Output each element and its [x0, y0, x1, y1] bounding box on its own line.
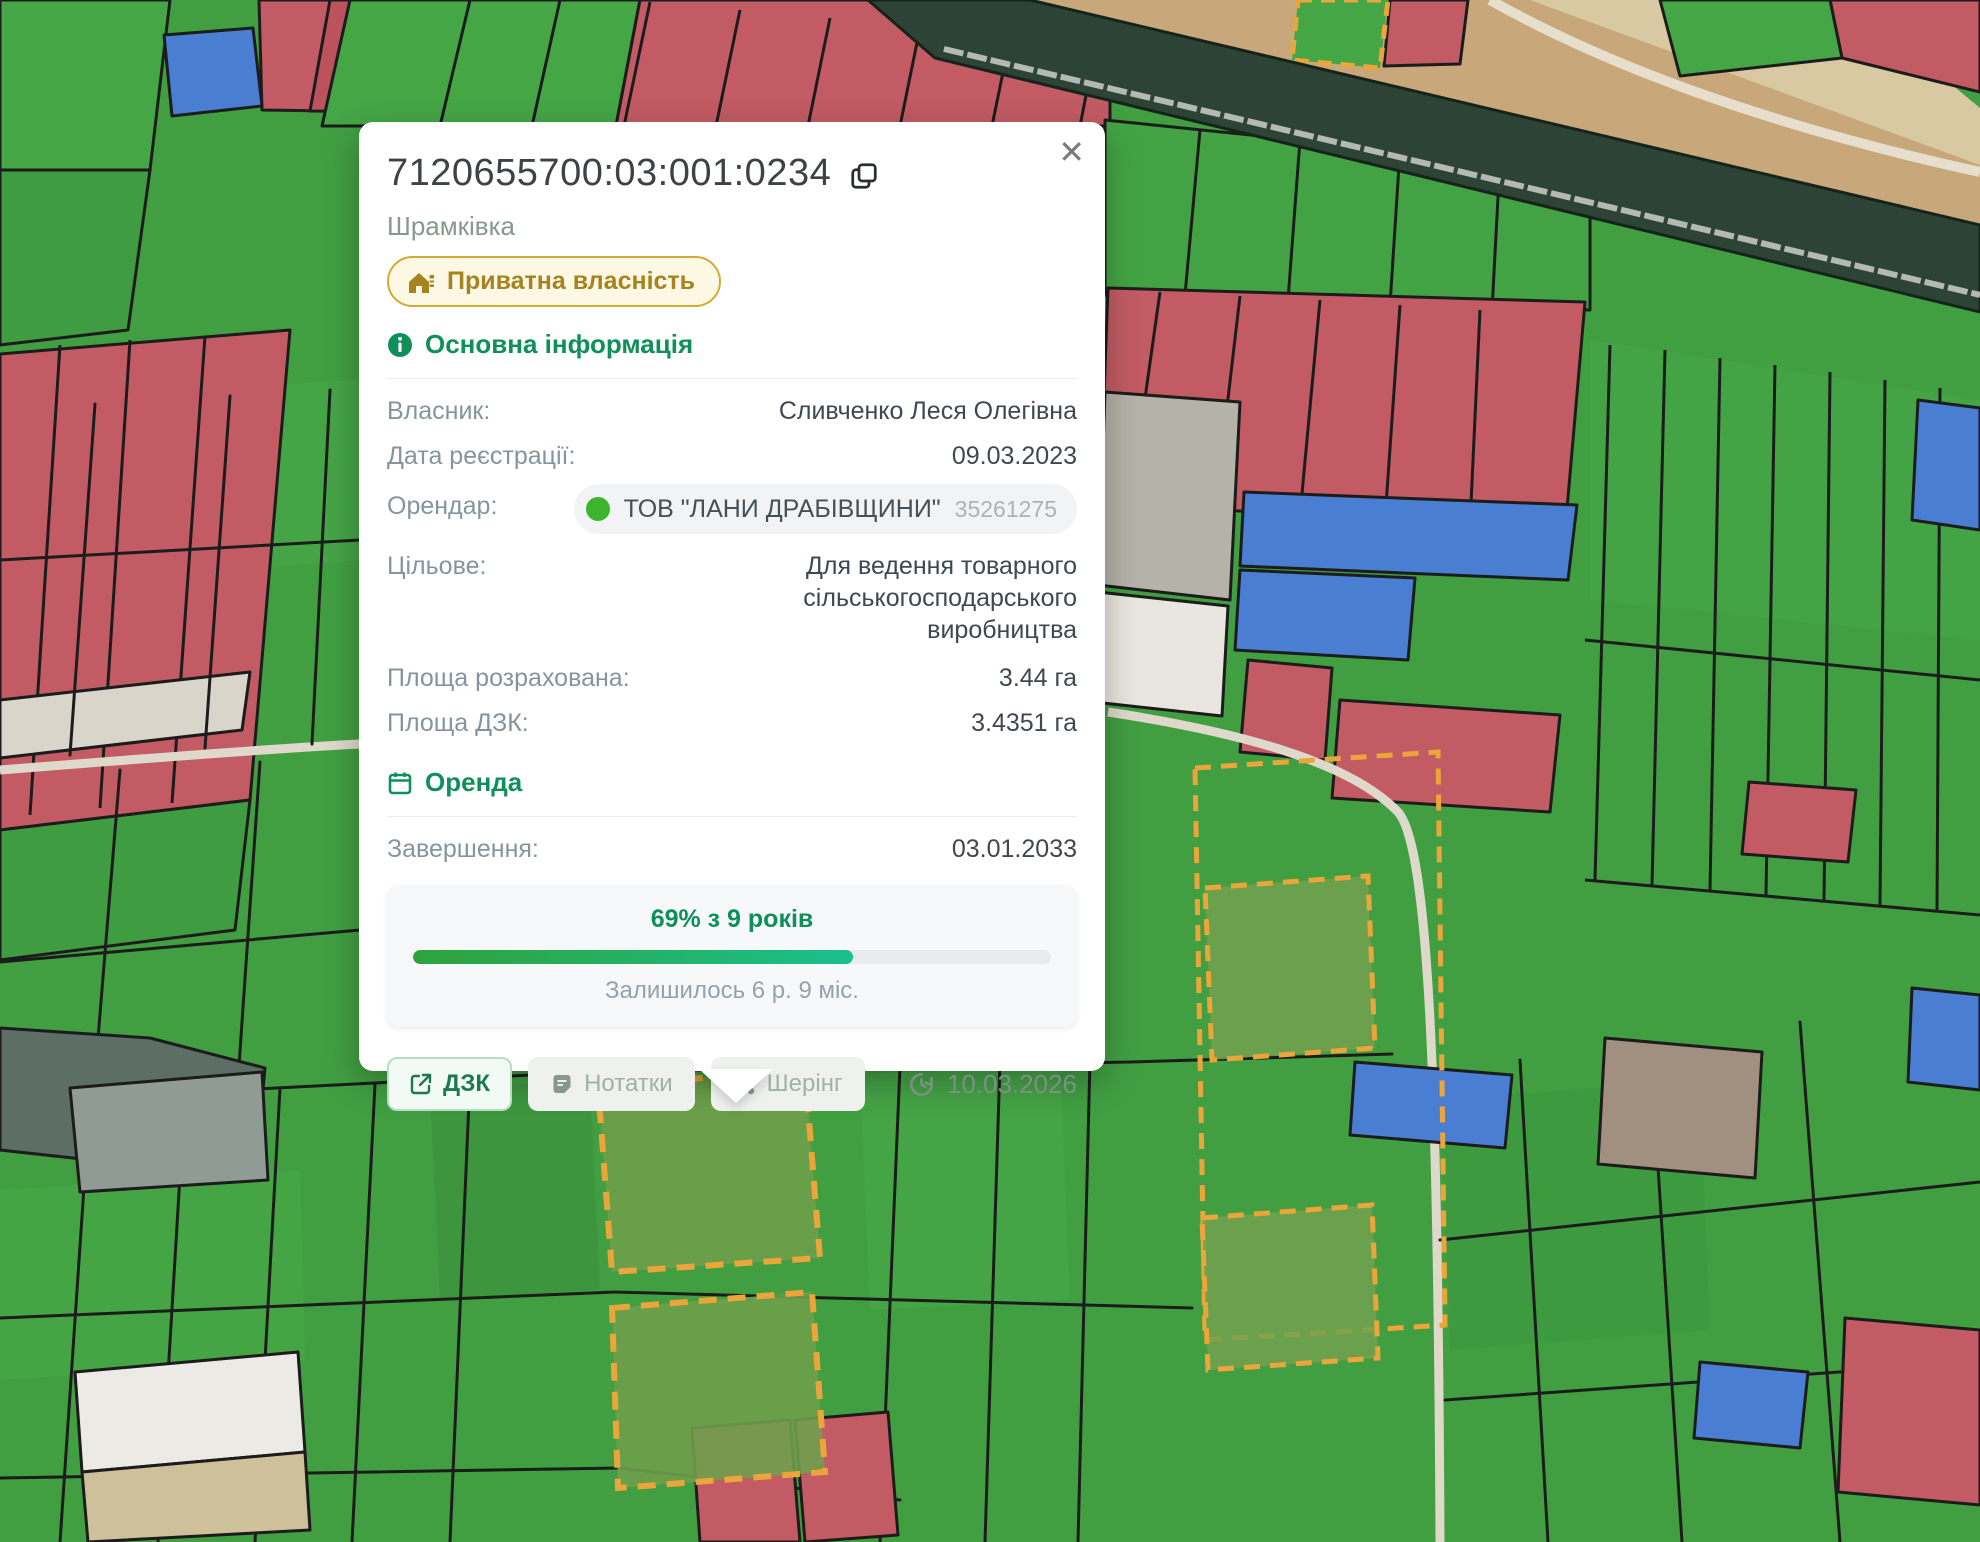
tenant-chip[interactable]: ТОВ "ЛАНИ ДРАБІВЩИНИ" 35261275	[574, 484, 1077, 534]
parcel-cadastre-number: 7120655700:03:001:0234	[387, 152, 831, 195]
data-actuality-date-value: 10.03.2026	[947, 1069, 1077, 1100]
lease-end-label: Завершення:	[387, 833, 539, 865]
owner-label: Власник:	[387, 395, 490, 427]
lease-section-title: Оренда	[425, 767, 522, 798]
lease-progress-remaining: Залишилось 6 р. 9 міс.	[413, 977, 1051, 1005]
main-info-section-header: Основна інформація	[387, 329, 1077, 360]
sharing-button-label: Шерінг	[767, 1070, 843, 1098]
divider	[387, 378, 1077, 379]
registration-date-row: Дата реєстрації: 09.03.2023	[387, 440, 1077, 472]
lease-end-row: Завершення: 03.01.2033	[387, 833, 1077, 865]
lease-section-header: Оренда	[387, 767, 1077, 798]
copy-icon[interactable]	[849, 161, 879, 191]
owner-value: Сливченко Леся Олегівна	[779, 395, 1077, 427]
dzk-button[interactable]: ДЗК	[387, 1057, 512, 1111]
popup-tail	[699, 1069, 773, 1103]
tenant-label: Орендар:	[387, 490, 497, 522]
lease-progress-box: 69% з 9 років Залишилось 6 р. 9 міс.	[387, 885, 1077, 1027]
area-calculated-label: Площа розрахована:	[387, 662, 630, 694]
tenant-row: Орендар: ТОВ "ЛАНИ ДРАБІВЩИНИ" 35261275	[387, 490, 1077, 534]
area-dzk-row: Площа ДЗК: 3.4351 га	[387, 707, 1077, 739]
house-icon	[407, 269, 435, 295]
ownership-badge: Приватна власність	[387, 256, 721, 307]
history-clock-icon	[908, 1071, 935, 1098]
purpose-label: Цільове:	[387, 550, 486, 582]
info-icon	[387, 332, 413, 358]
note-icon	[550, 1072, 574, 1096]
calendar-icon	[387, 770, 413, 796]
purpose-value: Для ведення товарного сільськогосподарсь…	[647, 550, 1077, 646]
divider	[387, 816, 1077, 817]
owner-row: Власник: Сливченко Леся Олегівна	[387, 395, 1077, 427]
purpose-row: Цільове: Для ведення товарного сільськог…	[387, 550, 1077, 646]
notes-button[interactable]: Нотатки	[528, 1057, 695, 1111]
data-actuality-date: 10.03.2026	[908, 1069, 1077, 1100]
parcel-popup: ✕ 7120655700:03:001:0234 Шрамківка Прива…	[359, 122, 1105, 1071]
area-calculated-value: 3.44 га	[999, 662, 1077, 694]
settlement-name: Шрамківка	[387, 211, 1077, 242]
area-dzk-value: 3.4351 га	[971, 707, 1077, 739]
lease-progress-title: 69% з 9 років	[413, 905, 1051, 934]
lease-end-value: 03.01.2033	[952, 833, 1077, 865]
external-link-icon	[409, 1072, 433, 1096]
registration-date-label: Дата реєстрації:	[387, 440, 575, 472]
close-icon[interactable]: ✕	[1058, 136, 1085, 168]
tenant-status-dot	[586, 497, 610, 521]
main-info-section-title: Основна інформація	[425, 329, 693, 360]
area-calculated-row: Площа розрахована: 3.44 га	[387, 662, 1077, 694]
notes-button-label: Нотатки	[584, 1070, 673, 1098]
lease-progress-track	[413, 950, 1051, 964]
cadastre-map-app: { "popup": { "title": "7120655700:03:001…	[0, 0, 1980, 1542]
tenant-name: ТОВ "ЛАНИ ДРАБІВЩИНИ"	[624, 493, 941, 525]
tenant-code: 35261275	[955, 493, 1057, 525]
area-dzk-label: Площа ДЗК:	[387, 707, 529, 739]
registration-date-value: 09.03.2023	[952, 440, 1077, 472]
ownership-badge-label: Приватна власність	[447, 267, 695, 296]
dzk-button-label: ДЗК	[443, 1070, 490, 1098]
lease-progress-fill	[413, 950, 853, 964]
